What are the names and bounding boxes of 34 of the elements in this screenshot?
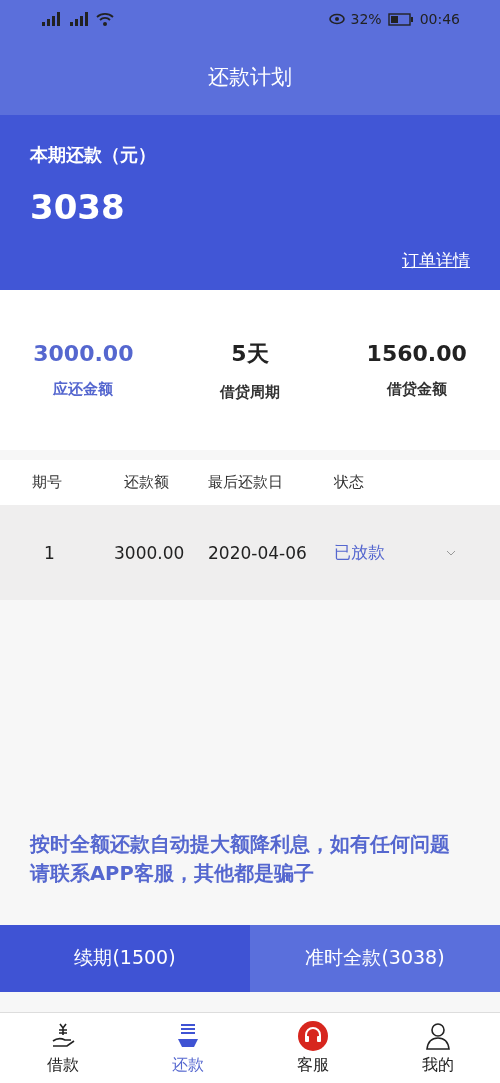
summary-value: 1560.00 bbox=[366, 341, 467, 366]
summary-value: 3000.00 bbox=[33, 341, 134, 366]
summary-label: 借贷周期 bbox=[220, 382, 280, 402]
tab-item[interactable]: 还款 bbox=[125, 1012, 250, 1083]
headset-icon bbox=[297, 1020, 328, 1051]
table-cell: 3000.00 bbox=[114, 542, 185, 563]
battery-percent: 32% bbox=[350, 11, 382, 27]
tab-item[interactable]: 客服 bbox=[250, 1012, 375, 1083]
signal-icon bbox=[40, 12, 62, 26]
table-cell: 已放款 bbox=[334, 542, 385, 562]
column-header: 最后还款日 bbox=[208, 473, 283, 491]
notice-text: 按时全额还款自动提大额降利息，如有任何问题请联系APP客服，其他都是骗子 bbox=[30, 832, 450, 888]
clock-time: 00:46 bbox=[419, 11, 460, 27]
column-header: 状态 bbox=[334, 473, 364, 491]
wifi-icon bbox=[96, 12, 114, 26]
table-cell: 2020-04-06 bbox=[208, 542, 307, 563]
signal-icon bbox=[68, 12, 90, 26]
payment-amount: 3038 bbox=[30, 187, 126, 227]
page-title: 还款计划 bbox=[208, 63, 292, 91]
column-header: 期号 bbox=[32, 473, 62, 491]
summary-label: 借贷金额 bbox=[386, 380, 447, 399]
column-header: 还款额 bbox=[124, 473, 169, 491]
chevron-down-icon[interactable] bbox=[446, 549, 456, 556]
eye-icon bbox=[328, 13, 345, 25]
action-button[interactable]: 续期(1500) bbox=[0, 924, 250, 992]
order-details-link[interactable]: 订单详情 bbox=[402, 249, 470, 272]
tab-item[interactable]: 我的 bbox=[375, 1012, 500, 1083]
summary-label: 应还金额 bbox=[53, 380, 114, 399]
summary-value: 5天 bbox=[231, 339, 269, 368]
tab-item[interactable]: 借款 bbox=[0, 1012, 125, 1083]
payment-label: 本期还款（元） bbox=[30, 143, 157, 167]
table-cell: 1 bbox=[44, 542, 55, 563]
action-button[interactable]: 准时全款(3038) bbox=[250, 924, 500, 992]
battery-icon bbox=[387, 12, 414, 26]
